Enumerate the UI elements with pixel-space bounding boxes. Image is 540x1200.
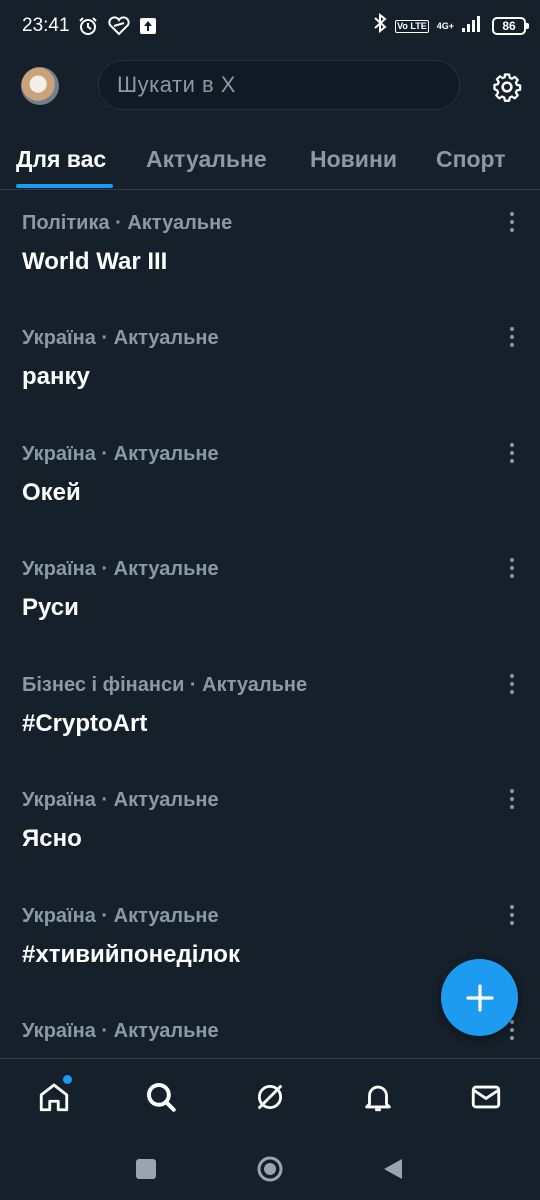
volte-badge: Vo LTE bbox=[395, 19, 429, 33]
plus-icon bbox=[465, 983, 494, 1012]
battery-indicator: 86 bbox=[492, 17, 529, 35]
signal-icon bbox=[462, 14, 484, 38]
trend-category: Політика · Актуальне bbox=[22, 212, 233, 234]
gear-icon bbox=[493, 73, 522, 102]
system-navigation bbox=[0, 1138, 540, 1200]
heart-app-icon bbox=[107, 16, 130, 36]
grok-icon bbox=[257, 1084, 283, 1110]
nav-messages[interactable] bbox=[466, 1077, 506, 1117]
bottom-navigation bbox=[0, 1058, 540, 1138]
trend-category: Україна · Актуальне bbox=[22, 327, 219, 349]
settings-button[interactable] bbox=[490, 70, 524, 104]
search-input[interactable]: Шукати в X bbox=[98, 60, 460, 110]
trend-title: #хтивийпонеділок bbox=[22, 941, 240, 968]
tab-for-you[interactable]: Для вас bbox=[16, 146, 106, 173]
more-options-icon[interactable] bbox=[502, 672, 522, 696]
more-options-icon[interactable] bbox=[502, 903, 522, 927]
trend-item[interactable]: Політика · Актуальне World War III bbox=[0, 190, 540, 305]
profile-avatar[interactable] bbox=[21, 67, 59, 105]
trend-category: Україна · Актуальне bbox=[22, 1020, 219, 1042]
alarm-icon bbox=[78, 16, 98, 36]
status-time: 23:41 bbox=[22, 15, 70, 36]
network-type: 4G+ bbox=[436, 21, 454, 31]
trend-category: Бізнес і фінанси · Актуальне bbox=[22, 674, 308, 696]
trend-title: Ясно bbox=[22, 825, 82, 852]
tab-sports[interactable]: Спорт bbox=[436, 146, 506, 173]
status-bar: 23:41 Vo LTE 4G+ 86 bbox=[0, 0, 540, 52]
square-icon bbox=[136, 1159, 156, 1179]
trend-category: Україна · Актуальне bbox=[22, 443, 219, 465]
nav-grok[interactable] bbox=[250, 1077, 290, 1117]
mail-icon bbox=[471, 1085, 501, 1109]
search-icon bbox=[146, 1082, 176, 1112]
tab-news[interactable]: Новини bbox=[310, 146, 397, 173]
more-options-icon[interactable] bbox=[502, 325, 522, 349]
trend-item[interactable]: Україна · Актуальне Руси bbox=[0, 536, 540, 651]
more-options-icon[interactable] bbox=[502, 441, 522, 465]
nav-search[interactable] bbox=[141, 1077, 181, 1117]
trend-title: Руси bbox=[22, 594, 79, 621]
trend-category: Україна · Актуальне bbox=[22, 558, 219, 580]
trend-item[interactable]: Україна · Актуальне ранку bbox=[0, 305, 540, 420]
more-options-icon[interactable] bbox=[502, 787, 522, 811]
more-options-icon[interactable] bbox=[502, 556, 522, 580]
trend-item[interactable]: Україна · Актуальне Окей bbox=[0, 421, 540, 536]
home-icon bbox=[39, 1083, 69, 1112]
nav-notifications[interactable] bbox=[358, 1077, 398, 1117]
home-system-button[interactable] bbox=[255, 1154, 285, 1184]
trend-title: World War III bbox=[22, 248, 168, 275]
recents-button[interactable] bbox=[131, 1154, 161, 1184]
tab-trending[interactable]: Актуальне bbox=[146, 146, 267, 173]
back-button[interactable] bbox=[378, 1154, 408, 1184]
trend-title: ранку bbox=[22, 363, 90, 390]
active-tab-indicator bbox=[16, 184, 113, 188]
trend-category: Україна · Актуальне bbox=[22, 789, 219, 811]
trend-item[interactable]: Україна · Актуальне Ясно bbox=[0, 767, 540, 882]
trend-title: #CryptoArt bbox=[22, 710, 148, 737]
trend-item[interactable]: Бізнес і фінанси · Актуальне #CryptoArt bbox=[0, 652, 540, 767]
tab-bar: Для вас Актуальне Новини Спорт bbox=[0, 124, 540, 190]
trend-title: Окей bbox=[22, 479, 81, 506]
triangle-back-icon bbox=[384, 1159, 402, 1179]
notification-dot bbox=[63, 1075, 72, 1084]
bluetooth-icon bbox=[373, 12, 387, 39]
circle-icon bbox=[257, 1156, 283, 1182]
more-options-icon[interactable] bbox=[502, 210, 522, 234]
trend-category: Україна · Актуальне bbox=[22, 905, 219, 927]
nav-home[interactable] bbox=[34, 1075, 74, 1117]
compose-button[interactable] bbox=[441, 959, 518, 1036]
upload-icon bbox=[139, 18, 156, 34]
bell-icon bbox=[365, 1085, 391, 1112]
top-header: Шукати в X bbox=[0, 52, 540, 124]
